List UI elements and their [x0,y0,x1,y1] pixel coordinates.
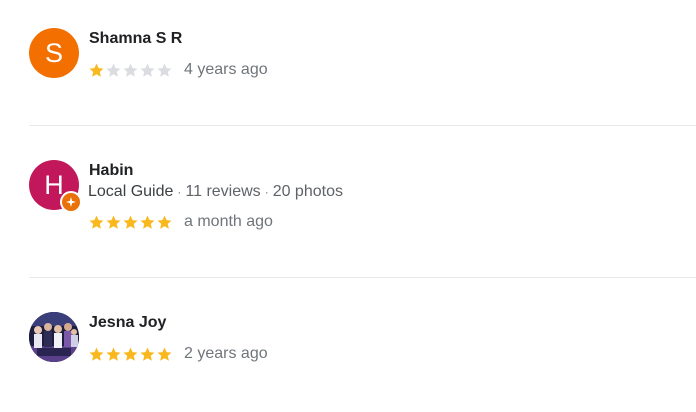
star-rating [88,346,173,363]
author-name[interactable]: Shamna S R [89,30,182,48]
review-date: 4 years ago [184,61,268,78]
star-rating [88,62,173,79]
local-guide-label: Local Guide [88,183,174,200]
star-filled-icon [105,214,122,231]
avatar[interactable] [29,312,79,362]
avatar[interactable]: H [29,160,82,213]
reviews-count: 11 reviews [185,183,261,200]
star-filled-icon [88,62,105,79]
rating-row: 2 years ago [88,344,268,364]
review-date: 2 years ago [184,345,268,362]
avatar-letter: S [44,37,63,68]
rating-row: a month ago [88,212,273,232]
author-name[interactable]: Jesna Joy [89,314,166,332]
star-filled-icon [139,346,156,363]
divider [29,277,696,278]
star-filled-icon [156,214,173,231]
star-filled-icon [122,214,139,231]
star-empty-icon [139,62,156,79]
avatar[interactable]: S [29,28,79,78]
review-date: a month ago [184,213,273,230]
star-filled-icon [156,346,173,363]
star-empty-icon [122,62,139,79]
author-meta[interactable]: Local Guide · 11 reviews · 20 photos [88,183,343,201]
star-filled-icon [122,346,139,363]
star-empty-icon [156,62,173,79]
star-filled-icon [105,346,122,363]
star-empty-icon [105,62,122,79]
separator: · [264,185,269,199]
star-filled-icon [88,214,105,231]
author-name[interactable]: Habin [89,162,133,180]
local-guide-badge-icon [60,191,82,213]
avatar-photo-image [29,312,79,362]
review-list: S Shamna S R 4 years ago H Habin Local G… [0,0,696,412]
star-filled-icon [88,346,105,363]
star-rating [88,214,173,231]
divider [29,125,696,126]
star-filled-icon [139,214,156,231]
separator: · [177,185,182,199]
photos-count: 20 photos [272,183,343,200]
rating-row: 4 years ago [88,60,268,80]
